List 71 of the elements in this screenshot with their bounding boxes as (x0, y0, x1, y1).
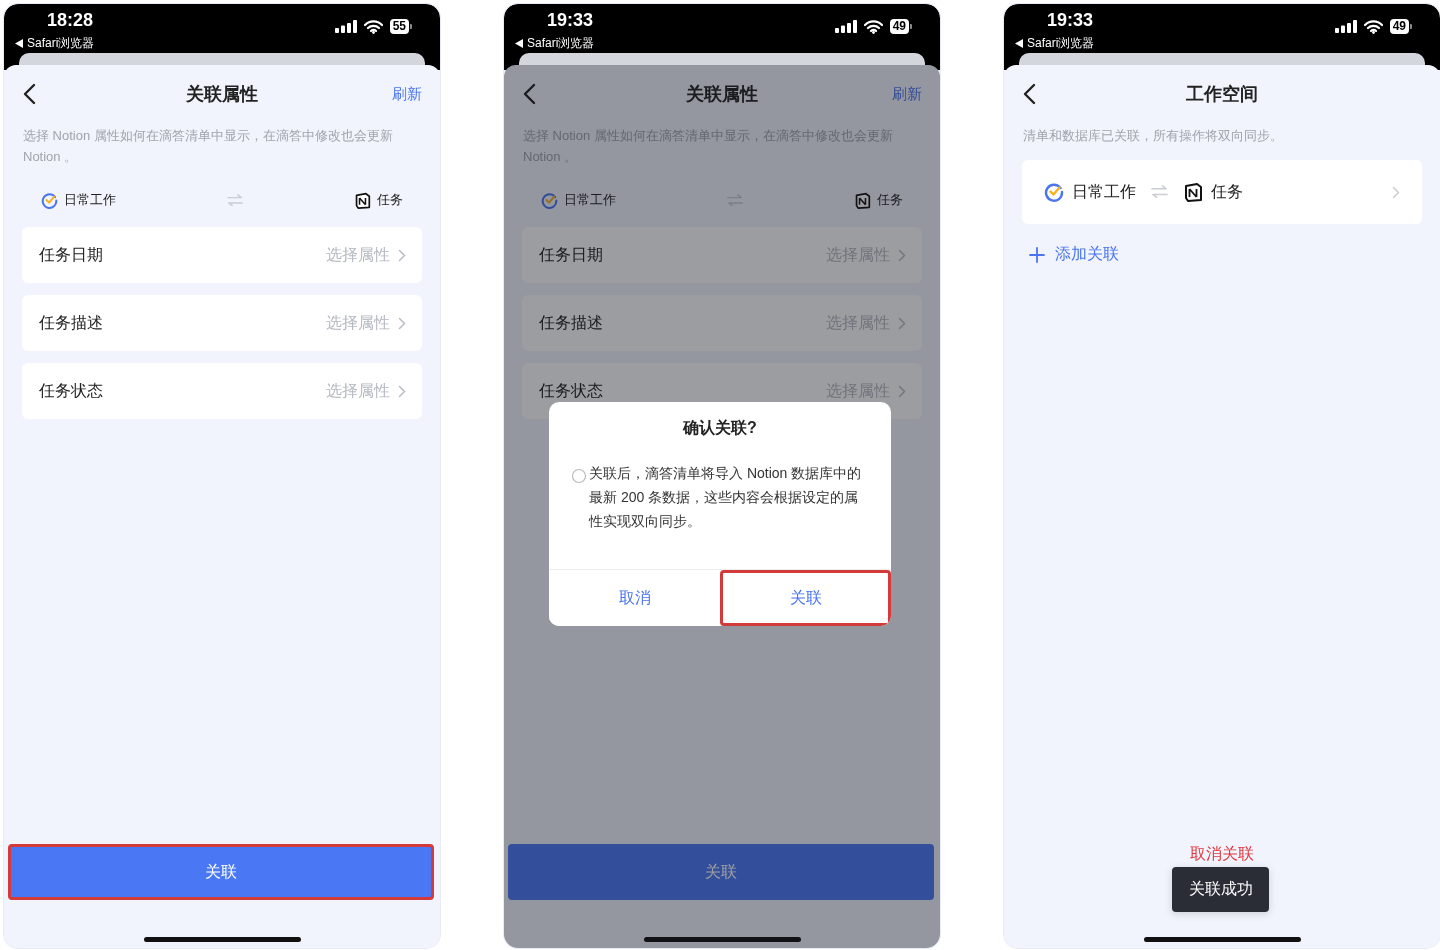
swap-icon (1150, 185, 1169, 199)
swap-icon (226, 193, 244, 207)
dialog-title: 确认关联? (682, 418, 758, 438)
list-name: 日常工作 (564, 191, 616, 209)
page-title: 工作空间 (1186, 84, 1258, 104)
plus-icon (1029, 246, 1045, 263)
signal-icon (334, 20, 357, 33)
signal-icon (1334, 20, 1357, 33)
chevron-icon (898, 384, 906, 398)
database-name: 任务 (877, 191, 903, 209)
swap-icon (726, 193, 744, 207)
back-to-app-link[interactable]: Safari浏览器 (27, 35, 95, 52)
property-value: 选择属性 (326, 312, 390, 333)
checkmark-circle-icon (541, 191, 558, 209)
chevron-icon (1392, 185, 1400, 199)
dialog-message: 关联后，滴答清单将导入 Notion 数据库中的最新 200 条数据，这些内容会根据设定的属性实现双向同步。 (589, 465, 862, 529)
link-card[interactable]: 日常工作 任务 (1022, 160, 1422, 224)
checkmark-circle-icon (41, 191, 58, 209)
page-title: 关联属性 (186, 84, 258, 104)
status-time: 18:28 (47, 10, 94, 31)
property-row[interactable]: 任务日期 选择属性 (22, 227, 422, 283)
property-value: 选择属性 (326, 380, 390, 401)
back-to-app-link[interactable]: Safari浏览器 (1027, 35, 1095, 52)
back-triangle-icon[interactable] (1015, 39, 1023, 48)
property-name: 任务描述 (39, 312, 103, 333)
back-icon[interactable] (522, 83, 536, 105)
battery-level: 49 (1389, 19, 1409, 34)
back-triangle-icon[interactable] (515, 39, 523, 48)
status-time: 19:33 (1047, 10, 1094, 31)
property-value: 选择属性 (326, 244, 390, 265)
battery-level: 55 (389, 19, 409, 34)
property-name: 任务状态 (539, 380, 603, 401)
chevron-icon (898, 316, 906, 330)
unlink-button[interactable]: 取消关联 (1190, 844, 1254, 865)
cube-icon (1183, 182, 1203, 202)
wifi-icon (863, 19, 883, 34)
property-row[interactable]: 任务描述 选择属性 (22, 295, 422, 351)
toast-message: 关联成功 (1172, 867, 1269, 912)
cube-icon (854, 191, 871, 209)
chevron-icon (398, 316, 406, 330)
back-triangle-icon[interactable] (15, 39, 23, 48)
signal-icon (834, 20, 857, 33)
chevron-icon (898, 248, 906, 262)
chevron-icon (398, 384, 406, 398)
list-name: 日常工作 (1072, 181, 1136, 202)
property-row[interactable]: 任务状态 选择属性 (22, 363, 422, 419)
list-name: 日常工作 (64, 191, 116, 209)
description-text: 选择 Notion 属性如何在滴答清单中显示，在滴答中修改也会更新 Notion 。 (22, 127, 394, 166)
back-icon[interactable] (22, 83, 36, 105)
battery-level: 49 (889, 19, 909, 34)
property-name: 任务日期 (539, 244, 603, 265)
property-name: 任务状态 (39, 380, 103, 401)
wifi-icon (363, 19, 383, 34)
refresh-link[interactable]: 刷新 (392, 84, 422, 104)
cube-icon (354, 191, 371, 209)
checkmark-circle-icon (1044, 182, 1064, 202)
dialog-button[interactable]: 关联 (720, 570, 891, 626)
chevron-icon (398, 248, 406, 262)
link-button[interactable]: 关联 (8, 844, 434, 900)
status-time: 19:33 (547, 10, 594, 31)
back-icon[interactable] (1022, 83, 1036, 105)
add-link-button[interactable]: 添加关联 (1029, 244, 1119, 265)
touch-indicator-icon (571, 468, 587, 484)
database-name: 任务 (1211, 181, 1243, 202)
property-name: 任务描述 (539, 312, 603, 333)
property-name: 任务日期 (39, 244, 103, 265)
wifi-icon (1363, 19, 1383, 34)
description-text: 清单和数据库已关联，所有操作将双向同步。 (1022, 127, 1284, 145)
back-to-app-link[interactable]: Safari浏览器 (527, 35, 595, 52)
page-title: 关联属性 (686, 84, 758, 104)
database-name: 任务 (377, 191, 403, 209)
